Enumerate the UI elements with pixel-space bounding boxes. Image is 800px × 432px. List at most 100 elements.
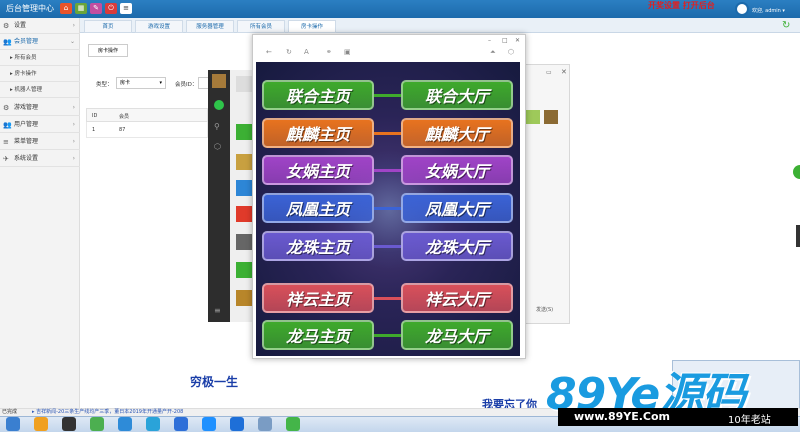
contacts-icon[interactable]: ⚲ xyxy=(214,122,220,131)
sidebar: ⚙ 设置 › 👥 会员管理 ⌄ ▸ 所有会员 ▸ 房卡操作 ▸ 机器人管理 ⚙ 游戏管理 ›… xyxy=(0,18,80,408)
filter-type-select[interactable]: 房卡 ▾ xyxy=(116,77,166,89)
close-icon[interactable]: ✕ xyxy=(515,37,520,44)
chat-icon[interactable] xyxy=(214,100,224,110)
list-item[interactable] xyxy=(236,290,252,306)
lobby-button[interactable]: 龙珠大厅 xyxy=(401,231,513,261)
green-app-icon[interactable] xyxy=(90,417,104,431)
button-connector xyxy=(374,334,402,337)
home-page-button[interactable]: 女娲主页 xyxy=(262,155,374,185)
lobby-button[interactable]: 龙马大厅 xyxy=(401,320,513,350)
table-row[interactable]: 1 87 xyxy=(86,122,208,138)
chat-nav-rail: ⚲ ⬡ ≡ xyxy=(208,70,230,322)
list-item[interactable] xyxy=(236,234,252,250)
home-page-button[interactable]: 龙珠主页 xyxy=(262,231,374,261)
window-icon[interactable] xyxy=(258,417,272,431)
sidebar-item-members[interactable]: 👥 会员管理 ⌄ xyxy=(0,34,80,50)
home-page-button[interactable]: 联合主页 xyxy=(262,80,374,110)
lobby-button[interactable]: 女娲大厅 xyxy=(401,155,513,185)
filter-member-label: 会员ID： xyxy=(175,82,198,88)
lobby-button[interactable]: 凤凰大厅 xyxy=(401,193,513,223)
column-header: 会员 xyxy=(119,114,130,120)
sidebar-item-room-card[interactable]: ▸ 房卡操作 xyxy=(0,66,80,82)
table-header: ID 会员 xyxy=(86,108,208,122)
wechat-icon[interactable] xyxy=(286,417,300,431)
button-connector xyxy=(374,207,402,210)
send-button[interactable]: 发送(S) xyxy=(536,306,553,313)
lobby-button[interactable]: 联合大厅 xyxy=(401,80,513,110)
k-app-icon[interactable] xyxy=(230,417,244,431)
subtab-room-card[interactable]: 房卡操作 xyxy=(88,44,128,57)
tab-home[interactable]: 首页 xyxy=(84,20,132,33)
s-app-icon[interactable] xyxy=(202,417,216,431)
font-icon[interactable]: A xyxy=(304,48,309,56)
news-ticker[interactable]: ▸ 吉祥新闻-20三条生产线均产三季，董日本2019年开通量产开-208 xyxy=(32,408,183,415)
cube-icon[interactable]: ⬡ xyxy=(508,48,514,56)
button-connector xyxy=(374,297,402,300)
refresh-icon[interactable]: ↻ xyxy=(782,20,790,31)
close-icon[interactable]: ✕ xyxy=(561,68,567,76)
minimize-icon[interactable]: ▭ xyxy=(546,69,552,76)
lobby-button[interactable]: 祥云大厅 xyxy=(401,283,513,313)
lobby-button[interactable]: 麒麟大厅 xyxy=(401,118,513,148)
thumbnail-image[interactable] xyxy=(526,110,540,124)
grid-icon[interactable]: ▦ xyxy=(75,3,87,14)
sidebar-item-menus[interactable]: ≡ 菜单管理 › xyxy=(0,134,80,150)
table-cell: 87 xyxy=(119,127,126,133)
browser-icon[interactable] xyxy=(34,417,48,431)
users-icon: 👥 xyxy=(3,38,12,46)
sidebar-item-games[interactable]: ⚙ 游戏管理 › xyxy=(0,100,80,116)
power-icon[interactable]: ⏻ xyxy=(105,3,117,14)
sidebar-item-settings[interactable]: ⚙ 设置 › xyxy=(0,18,80,34)
maximize-icon[interactable]: □ xyxy=(502,37,508,44)
home-page-button[interactable]: 祥云主页 xyxy=(262,283,374,313)
button-connector xyxy=(374,245,402,248)
right-chat-window xyxy=(520,64,570,324)
list-item[interactable] xyxy=(236,206,252,222)
user-avatar-icon[interactable] xyxy=(735,2,749,16)
home-icon[interactable]: ⌂ xyxy=(60,3,72,14)
tab-room-card[interactable]: 房卡操作 xyxy=(288,20,336,33)
menu-icon[interactable]: ≡ xyxy=(214,306,221,315)
tab-game-settings[interactable]: 游戏设置 xyxy=(135,20,183,33)
edit-icon[interactable]: ✎ xyxy=(90,3,102,14)
side-float-button[interactable] xyxy=(793,165,800,179)
baidu-icon[interactable] xyxy=(174,417,188,431)
side-handle[interactable] xyxy=(796,225,800,247)
list-item[interactable] xyxy=(236,76,252,92)
sidebar-item-users[interactable]: 👥 用户管理 › xyxy=(0,117,80,133)
list-icon[interactable]: ≡ xyxy=(120,3,132,14)
home-page-button[interactable]: 麒麟主页 xyxy=(262,118,374,148)
thumbnail-image[interactable] xyxy=(544,110,558,124)
back-icon[interactable]: ← xyxy=(266,48,272,56)
g-app-icon[interactable] xyxy=(62,417,76,431)
home-page-button[interactable]: 龙马主页 xyxy=(262,320,374,350)
button-connector xyxy=(374,169,402,172)
watermark-years: 10年老站 xyxy=(728,415,771,426)
list-item[interactable] xyxy=(236,124,252,140)
sidebar-item-all-members[interactable]: ▸ 所有会员 xyxy=(0,50,80,66)
p-app-icon[interactable] xyxy=(146,417,160,431)
avatar[interactable] xyxy=(212,74,226,88)
chevron-right-icon: › xyxy=(72,121,75,128)
cube-icon[interactable]: ⬡ xyxy=(214,142,221,151)
user-welcome[interactable]: 欢迎, admin ▾ xyxy=(752,7,785,14)
list-item[interactable] xyxy=(236,180,252,196)
tab-server-manage[interactable]: 服务器管理 xyxy=(186,20,234,33)
list-item[interactable] xyxy=(236,262,252,278)
list-item[interactable] xyxy=(236,154,252,170)
bird-icon[interactable] xyxy=(118,417,132,431)
sidebar-item-robots[interactable]: ▸ 机器人管理 xyxy=(0,82,80,98)
tab-all-members[interactable]: 所有会员 xyxy=(237,20,285,33)
minimize-icon[interactable]: – xyxy=(488,37,491,44)
button-connector xyxy=(374,94,402,97)
window-icon[interactable]: ▣ xyxy=(344,48,351,56)
share-icon[interactable]: ⏶ xyxy=(490,48,496,57)
home-page-button[interactable]: 凤凰主页 xyxy=(262,193,374,223)
gear-icon: ⚙ xyxy=(3,22,10,30)
start-icon[interactable] xyxy=(6,417,20,431)
sidebar-item-system[interactable]: ✈ 系统设置 › xyxy=(0,151,80,167)
reload-icon[interactable]: ↻ xyxy=(286,48,292,56)
link-icon[interactable]: ⚭ xyxy=(326,48,332,56)
chevron-down-icon: ▾ xyxy=(159,80,162,86)
chevron-right-icon: › xyxy=(72,155,75,162)
